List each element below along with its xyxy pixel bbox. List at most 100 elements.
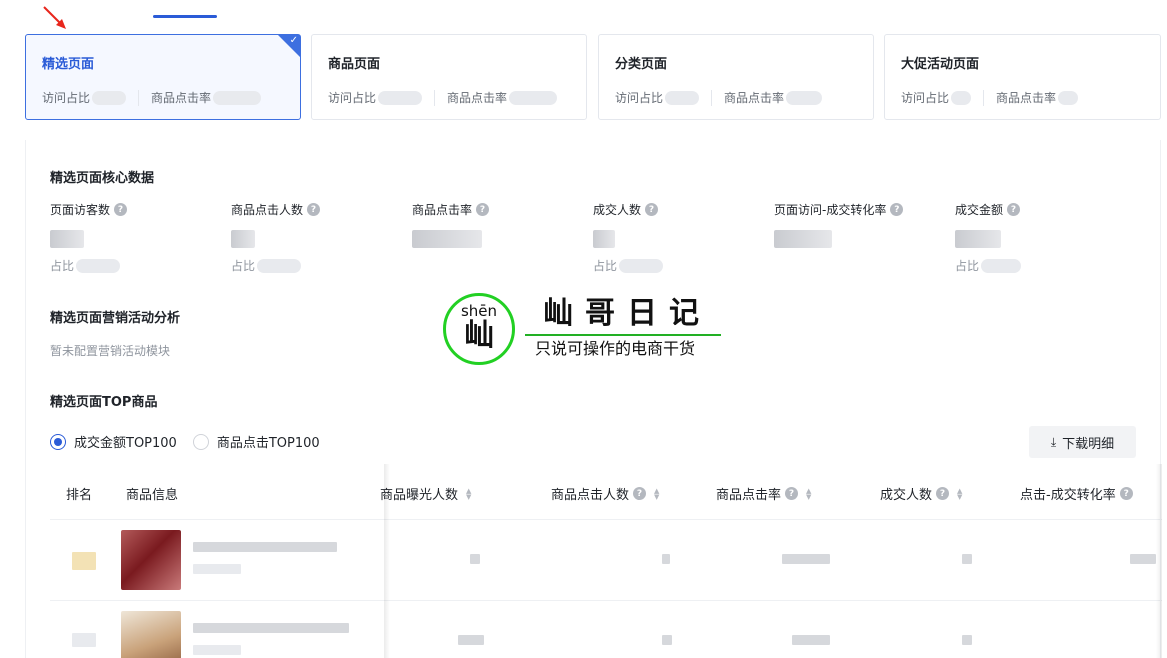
card-title: 大促活动页面 xyxy=(901,57,980,72)
blurred-value xyxy=(509,90,558,105)
metric-label: 商品点击率 xyxy=(412,203,473,217)
active-tab-underline xyxy=(153,15,217,18)
blurred-cell xyxy=(782,554,830,564)
blurred-value xyxy=(955,230,1001,248)
red-arrow-annotation-top xyxy=(43,6,66,29)
click-rate-label: 商品点击率 xyxy=(151,91,212,105)
product-thumbnail[interactable] xyxy=(121,530,181,590)
blurred-product-id xyxy=(193,564,241,574)
blurred-rank xyxy=(72,552,96,570)
help-icon[interactable]: ? xyxy=(476,203,490,216)
col-clickers-label: 商品点击人数 xyxy=(551,488,630,503)
card-title: 分类页面 xyxy=(615,57,668,72)
blurred-product-id xyxy=(193,645,241,655)
blurred-product-name xyxy=(193,623,349,633)
page-card-selected[interactable]: 精选页面 访问占比 商品点击率 ✓ xyxy=(25,34,301,120)
help-icon[interactable]: ? xyxy=(936,487,950,500)
help-icon[interactable]: ? xyxy=(307,203,321,216)
table-row[interactable] xyxy=(50,601,1162,658)
help-icon[interactable]: ? xyxy=(890,203,904,216)
radio-label: 成交金额TOP100 xyxy=(74,436,177,451)
metric-click-rate: 商品点击率? xyxy=(412,201,490,248)
blurred-value xyxy=(231,230,255,248)
blurred-value xyxy=(1058,90,1079,105)
col-exposure-label: 商品曝光人数 xyxy=(380,488,459,503)
sort-icon[interactable]: ▲ ▼ xyxy=(466,487,471,500)
watermark-subtitle: 只说可操作的电商干货 xyxy=(535,339,696,358)
metric-visit-conversion: 页面访问-成交转化率? xyxy=(774,201,904,248)
blurred-value xyxy=(378,90,423,105)
card-title: 商品页面 xyxy=(328,57,381,72)
blurred-value xyxy=(619,258,664,273)
blurred-cell xyxy=(470,554,480,564)
download-icon: ⤓ xyxy=(1050,434,1057,449)
metric-clickers: 商品点击人数? 占比 xyxy=(231,201,321,274)
blurred-value xyxy=(50,230,84,248)
col-click-rate[interactable]: 商品点击率? ▲ ▼ xyxy=(716,484,811,503)
watermark-title: 屾哥日记 xyxy=(543,296,711,331)
sort-icon[interactable]: ▲ ▼ xyxy=(654,487,659,500)
metric-label: 页面访问-成交转化率 xyxy=(774,203,887,217)
help-icon[interactable]: ? xyxy=(633,487,647,500)
blurred-value xyxy=(951,90,972,105)
blurred-value xyxy=(213,90,262,105)
page-card-product[interactable]: 商品页面 访问占比 商品点击率 xyxy=(311,34,587,120)
top-products-title: 精选页面TOP商品 xyxy=(50,395,158,410)
visit-share-label: 访问占比 xyxy=(42,91,91,105)
watermark-underline xyxy=(525,334,721,336)
blurred-value xyxy=(257,258,302,273)
help-icon[interactable]: ? xyxy=(1007,203,1021,216)
metric-sub-label: 占比 xyxy=(50,259,75,273)
metric-sub-label: 占比 xyxy=(231,259,256,273)
click-rate-label: 商品点击率 xyxy=(996,91,1057,105)
col-buyers[interactable]: 成交人数? ▲ ▼ xyxy=(880,484,962,503)
radio-amount-top100[interactable]: 成交金额TOP100 xyxy=(50,432,177,451)
download-details-button[interactable]: ⤓ 下载明细 xyxy=(1029,426,1136,458)
radio-click-top100[interactable]: 商品点击TOP100 xyxy=(192,432,320,451)
sort-icon[interactable]: ▲ ▼ xyxy=(806,487,811,500)
radio-checked-icon xyxy=(50,433,66,450)
blurred-rank xyxy=(72,633,96,647)
page-card-promotion[interactable]: 大促活动页面 访问占比 商品点击率 xyxy=(884,34,1161,120)
col-info-label: 商品信息 xyxy=(126,488,179,503)
blurred-cell xyxy=(662,554,670,564)
divider xyxy=(983,89,985,106)
watermark-logo: shēn 屾 屾哥日记 只说可操作的电商干货 xyxy=(443,293,733,365)
col-click-rate-label: 商品点击率 xyxy=(716,488,782,503)
scroll-edge-shadow xyxy=(1156,464,1162,658)
table-header: 排名 商品信息 商品曝光人数 ▲ ▼ 商品点击人数? ▲ ▼ 商品点击率? ▲ ▼ 成交人数… xyxy=(50,464,1162,520)
card-title: 精选页面 xyxy=(42,57,95,72)
blurred-product-name xyxy=(193,542,337,552)
divider xyxy=(434,89,436,106)
top-type-radio-group: 成交金额TOP100 商品点击TOP100 xyxy=(50,432,334,451)
blurred-cell xyxy=(792,635,830,645)
col-exposure[interactable]: 商品曝光人数 ▲ ▼ xyxy=(380,484,471,503)
table-row[interactable] xyxy=(50,520,1162,601)
watermark-pinyin: shēn xyxy=(460,302,498,320)
detail-panel: 精选页面核心数据 页面访客数? 占比 商品点击人数? 占比 商品点击率? 成交人… xyxy=(25,140,1162,658)
help-icon[interactable]: ? xyxy=(785,487,799,500)
click-rate-label: 商品点击率 xyxy=(724,91,785,105)
metric-sub-label: 占比 xyxy=(955,259,980,273)
help-icon[interactable]: ? xyxy=(1119,487,1133,500)
metric-label: 成交人数 xyxy=(593,203,642,217)
core-data-title: 精选页面核心数据 xyxy=(50,171,155,186)
visit-share-label: 访问占比 xyxy=(901,91,950,105)
sort-icon[interactable]: ▲ ▼ xyxy=(957,487,962,500)
visit-share-label: 访问占比 xyxy=(615,91,664,105)
product-thumbnail[interactable] xyxy=(121,611,181,658)
metric-amount: 成交金额? 占比 xyxy=(955,201,1022,274)
col-clickers[interactable]: 商品点击人数? ▲ ▼ xyxy=(551,484,659,503)
col-rank-label: 排名 xyxy=(66,488,93,503)
metric-label: 成交金额 xyxy=(955,203,1004,217)
divider xyxy=(711,89,713,106)
blurred-value xyxy=(593,230,615,248)
col-conversion[interactable]: 点击-成交转化率? xyxy=(1020,484,1133,503)
help-icon[interactable]: ? xyxy=(645,203,659,216)
marketing-empty-text: 暂未配置营销活动模块 xyxy=(50,344,171,358)
fixed-column-shadow xyxy=(384,464,390,658)
visit-share-label: 访问占比 xyxy=(328,91,377,105)
page-card-category[interactable]: 分类页面 访问占比 商品点击率 xyxy=(598,34,874,120)
help-icon[interactable]: ? xyxy=(114,203,128,216)
col-buyers-label: 成交人数 xyxy=(880,488,933,503)
